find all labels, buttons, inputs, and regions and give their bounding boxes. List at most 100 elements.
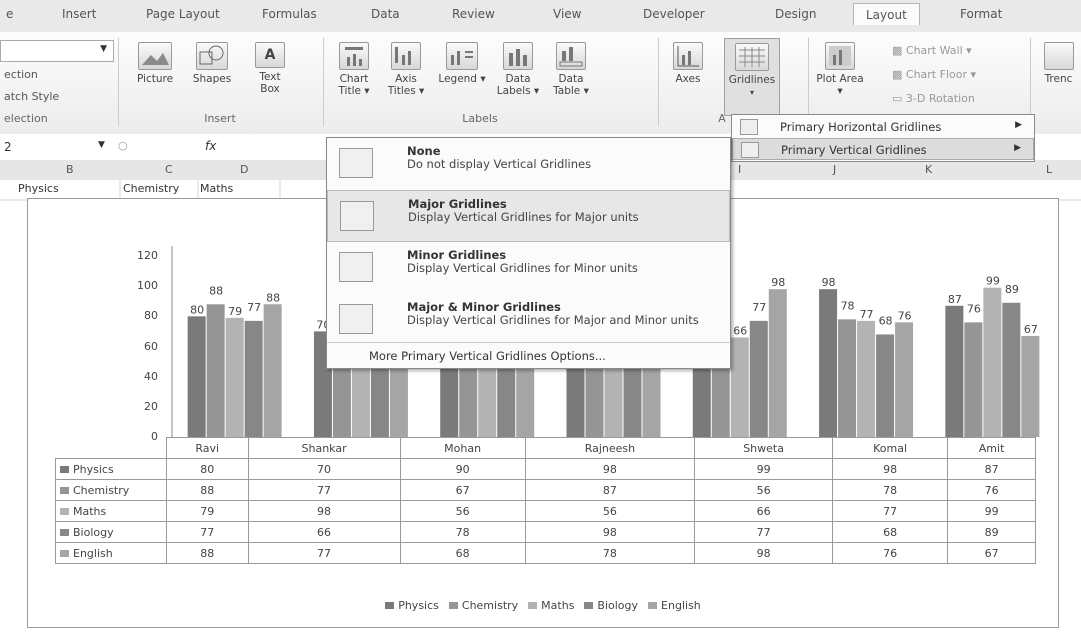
data-table-button[interactable]: Data Table ▾ <box>546 42 596 97</box>
data-table-cell: 68 <box>831 521 949 543</box>
data-table-cell: 98 <box>831 458 949 480</box>
tab-design[interactable]: Design <box>775 7 816 21</box>
column-header-k[interactable]: K <box>925 163 932 176</box>
chart-title-icon <box>339 42 369 70</box>
data-table-cell: 68 <box>399 542 526 564</box>
tab-developer[interactable]: Developer <box>643 7 705 21</box>
reset-style-label[interactable]: atch Style <box>4 90 59 103</box>
column-header-i[interactable]: I <box>738 163 741 176</box>
axis-titles-button[interactable]: Axis Titles ▾ <box>384 42 428 97</box>
legend-item[interactable]: Physics <box>385 599 439 612</box>
bar-chemistry-komal[interactable] <box>838 319 857 437</box>
chart-elements-dropdown[interactable]: ▼ <box>0 40 114 62</box>
data-table-cell: 66 <box>694 500 833 522</box>
data-labels-button[interactable]: Data Labels ▾ <box>494 42 542 97</box>
data-label: 77 <box>860 308 874 321</box>
text-box-button[interactable]: A Text Box <box>250 42 290 95</box>
tab-layout[interactable]: Layout <box>853 3 920 25</box>
bar-english-shweta[interactable] <box>768 289 787 437</box>
bar-maths-shweta[interactable] <box>730 337 749 437</box>
column-header-j[interactable]: J <box>833 163 836 176</box>
tab-file[interactable]: e <box>6 7 13 21</box>
column-header-l[interactable]: L <box>1046 163 1052 176</box>
legend-item[interactable]: Maths <box>528 599 574 612</box>
data-table-cell: 80 <box>166 458 249 480</box>
bar-english-amit[interactable] <box>1021 335 1040 437</box>
menu-item-major-gridlines[interactable]: Major Gridlines Display Vertical Gridlin… <box>327 190 730 242</box>
tab-data[interactable]: Data <box>371 7 400 21</box>
chart-wall-button[interactable]: ▩ Chart Wall ▾ <box>892 44 972 57</box>
gridlines-button[interactable]: Gridlines ▾ <box>724 38 780 116</box>
y-tick-label: 60 <box>144 339 158 353</box>
format-selection-label[interactable]: ection <box>4 68 38 81</box>
insert-group-label: Insert <box>204 112 236 125</box>
menu-item-more-options[interactable]: More Primary Vertical Gridlines Options.… <box>327 342 730 368</box>
legend-item[interactable]: Chemistry <box>448 599 518 612</box>
data-label: 87 <box>948 293 962 306</box>
vertical-gridlines-menu: None Do not display Vertical Gridlines M… <box>326 137 731 369</box>
bar-chemistry-ravi[interactable] <box>206 304 225 437</box>
cell-physics[interactable]: Physics <box>18 182 59 195</box>
menu-item-major-minor-gridlines[interactable]: Major & Minor Gridlines Display Vertical… <box>327 294 730 346</box>
picture-button[interactable]: Picture <box>128 42 182 85</box>
3d-rotation-button[interactable]: ▭ 3-D Rotation <box>892 92 975 105</box>
gridlines-submenu: Primary Horizontal Gridlines ▶ Primary V… <box>731 114 1035 162</box>
major-gridlines-icon <box>340 201 374 231</box>
name-box[interactable]: 2 <box>4 140 12 154</box>
bar-maths-komal[interactable] <box>857 320 876 437</box>
legend-key <box>528 602 538 609</box>
bar-physics-ravi[interactable] <box>187 316 206 437</box>
chart-floor-button[interactable]: ▩ Chart Floor ▾ <box>892 68 976 81</box>
data-table-cell: 78 <box>399 521 526 543</box>
menu-item-none[interactable]: None Do not display Vertical Gridlines <box>327 138 730 190</box>
tab-page-layout[interactable]: Page Layout <box>146 7 220 21</box>
data-label: 99 <box>986 275 1000 288</box>
bar-biology-amit[interactable] <box>1002 302 1021 437</box>
chevron-down-icon[interactable]: ▼ <box>98 140 105 150</box>
minor-gridlines-icon <box>339 252 373 282</box>
data-label: 98 <box>771 276 785 289</box>
ribbon-tab-bar: e Insert Page Layout Formulas Data Revie… <box>0 0 1081 33</box>
chart-title-button[interactable]: Chart Title ▾ <box>330 42 378 97</box>
plot-area-button[interactable]: Plot Area ▾ <box>814 42 866 97</box>
data-label: 68 <box>879 314 893 327</box>
bar-biology-ravi[interactable] <box>244 320 263 437</box>
cell-maths[interactable]: Maths <box>200 182 233 195</box>
legend-icon <box>446 42 478 70</box>
axes-button[interactable]: Axes <box>664 42 712 85</box>
bar-maths-ravi[interactable] <box>225 317 244 437</box>
legend-item[interactable]: Biology <box>584 599 638 612</box>
fx-icon[interactable]: fx <box>205 139 216 153</box>
legend-key <box>448 602 458 609</box>
data-label: 76 <box>898 309 912 322</box>
legend-button[interactable]: Legend ▾ <box>434 42 490 85</box>
bar-biology-shweta[interactable] <box>749 320 768 437</box>
column-header-b[interactable]: B <box>66 163 74 176</box>
data-table-cell: 98 <box>247 500 401 522</box>
column-header-d[interactable]: D <box>240 163 248 176</box>
bar-biology-komal[interactable] <box>876 334 895 437</box>
bar-physics-amit[interactable] <box>945 305 964 437</box>
bar-english-ravi[interactable] <box>263 304 282 437</box>
column-header-c[interactable]: C <box>165 163 173 176</box>
cell-chemistry[interactable]: Chemistry <box>123 182 179 195</box>
bar-maths-amit[interactable] <box>983 287 1002 437</box>
tab-view[interactable]: View <box>553 7 581 21</box>
shapes-button[interactable]: Shapes <box>188 42 236 85</box>
trendline-button[interactable]: Trenc <box>1036 42 1081 85</box>
menu-item-minor-gridlines[interactable]: Minor Gridlines Display Vertical Gridlin… <box>327 242 730 294</box>
legend-item[interactable]: English <box>648 599 701 612</box>
shapes-icon <box>196 42 228 70</box>
bar-english-komal[interactable] <box>895 322 914 437</box>
bar-physics-komal[interactable] <box>819 289 838 437</box>
data-table-corner <box>55 437 167 459</box>
bar-chemistry-amit[interactable] <box>964 322 983 437</box>
picture-icon <box>138 42 172 70</box>
tab-format[interactable]: Format <box>960 7 1002 21</box>
tab-insert[interactable]: Insert <box>62 7 96 21</box>
tab-review[interactable]: Review <box>452 7 495 21</box>
primary-horizontal-gridlines-item[interactable]: Primary Horizontal Gridlines ▶ <box>732 116 1034 138</box>
chevron-right-icon: ▶ <box>1014 143 1021 153</box>
primary-vertical-gridlines-item[interactable]: Primary Vertical Gridlines ▶ <box>732 138 1034 160</box>
tab-formulas[interactable]: Formulas <box>262 7 317 21</box>
